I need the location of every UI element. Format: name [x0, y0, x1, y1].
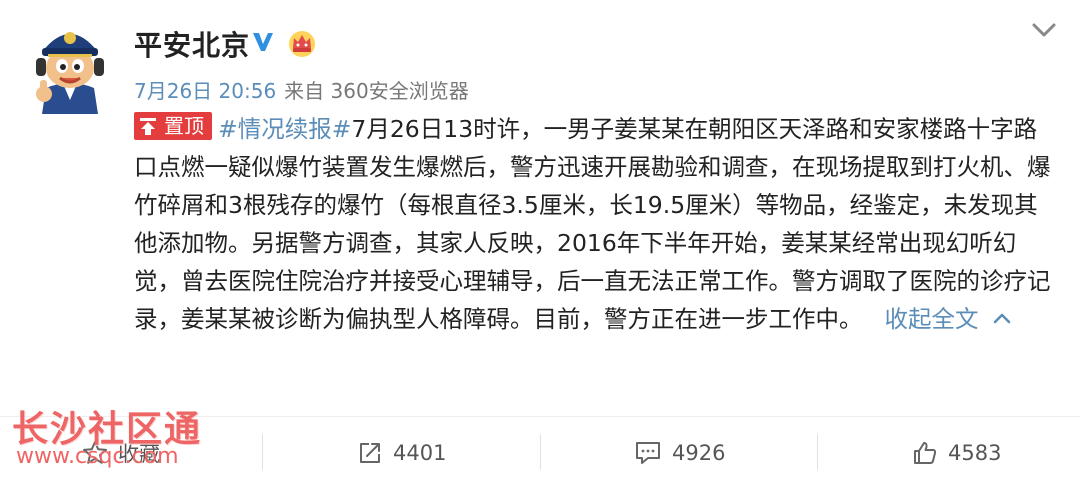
pin-label: 置顶	[164, 114, 204, 138]
action-separator	[540, 434, 541, 470]
chevron-up-icon	[993, 313, 1010, 324]
post-content: 置顶 #情况续报#7月26日13时许，一男子姜某某在朝阳区天泽路和安家楼路十字路…	[134, 110, 1054, 338]
chevron-down-icon[interactable]	[1030, 18, 1058, 42]
pin-top-icon	[140, 118, 156, 135]
collapse-label: 收起全文	[884, 305, 979, 333]
pin-badge: 置顶	[134, 112, 212, 140]
like-count: 4583	[948, 441, 1002, 465]
repost-count: 4401	[393, 441, 447, 465]
repost-icon	[360, 443, 380, 463]
verified-icon	[251, 30, 275, 54]
favorite-label: 收藏	[118, 442, 160, 466]
action-bar-divider	[0, 416, 1080, 417]
favorite-button[interactable]: 收藏	[82, 434, 160, 472]
police-cartoon-avatar-icon	[36, 32, 104, 114]
avatar[interactable]	[28, 18, 112, 114]
star-icon	[83, 441, 107, 464]
comment-count: 4926	[672, 441, 726, 465]
post-meta: 7月26日 20:56 来自 360安全浏览器	[134, 75, 469, 104]
username[interactable]: 平安北京	[134, 24, 250, 64]
post-source: 360安全浏览器	[330, 79, 469, 103]
post-body: 7月26日13时许，一男子姜某某在朝阳区天泽路和安家楼路十字路口点燃一疑似爆竹装…	[134, 115, 1051, 333]
vip-crown-icon[interactable]	[287, 28, 317, 58]
hashtag-link[interactable]: #情况续报#	[218, 115, 351, 143]
action-separator	[262, 434, 263, 470]
post-time[interactable]: 7月26日 20:56	[134, 79, 276, 103]
action-separator	[817, 434, 818, 470]
comment-icon	[636, 442, 660, 464]
like-button[interactable]: 4583	[912, 434, 1001, 472]
source-prefix: 来自	[284, 79, 325, 103]
thumbs-up-icon	[914, 442, 937, 464]
comment-button[interactable]: 4926	[634, 434, 725, 472]
collapse-button[interactable]: 收起全文	[885, 305, 1011, 333]
repost-button[interactable]: 4401	[357, 434, 446, 472]
